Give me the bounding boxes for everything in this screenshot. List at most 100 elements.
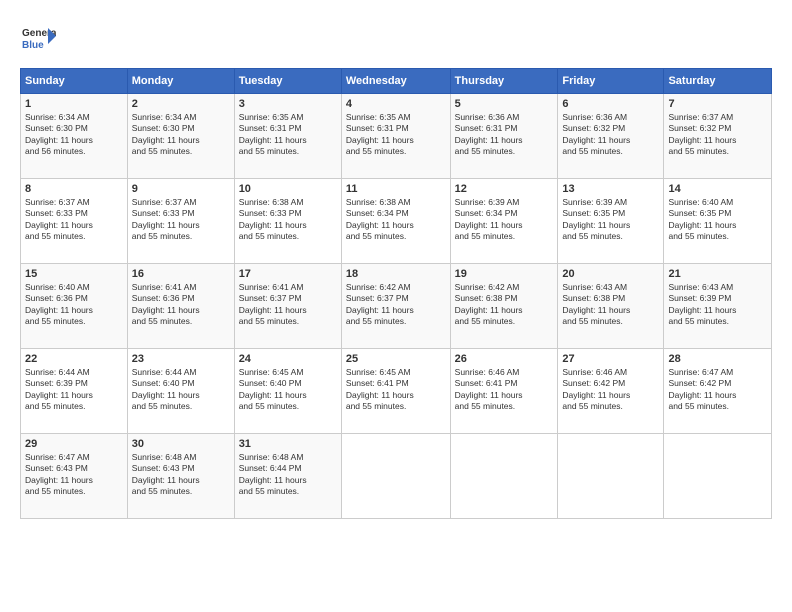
day-number: 3 xyxy=(239,98,337,110)
svg-text:Blue: Blue xyxy=(22,40,44,51)
day-info: Sunrise: 6:44 AM Sunset: 6:39 PM Dayligh… xyxy=(25,367,123,413)
calendar-cell: 4 Sunrise: 6:35 AM Sunset: 6:31 PM Daylig… xyxy=(341,94,450,179)
weekday-header: Saturday xyxy=(664,69,772,94)
weekday-header: Tuesday xyxy=(234,69,341,94)
calendar-cell: 31 Sunrise: 6:48 AM Sunset: 6:44 PM Dayli… xyxy=(234,434,341,519)
day-info: Sunrise: 6:47 AM Sunset: 6:43 PM Dayligh… xyxy=(25,452,123,498)
day-number: 11 xyxy=(346,183,446,195)
day-info: Sunrise: 6:46 AM Sunset: 6:41 PM Dayligh… xyxy=(455,367,554,413)
calendar-cell: 24Sunrise: 6:45 AM Sunset: 6:40 PM Dayli… xyxy=(234,349,341,434)
weekday-header: Wednesday xyxy=(341,69,450,94)
calendar-cell xyxy=(664,434,772,519)
day-number: 23 xyxy=(132,353,230,365)
calendar-cell xyxy=(341,434,450,519)
day-number: 21 xyxy=(668,268,767,280)
day-number: 28 xyxy=(668,353,767,365)
day-number: 7 xyxy=(668,98,767,110)
day-number: 30 xyxy=(132,438,230,450)
day-info: Sunrise: 6:38 AM Sunset: 6:34 PM Dayligh… xyxy=(346,197,446,243)
calendar-week-row: 1 Sunrise: 6:34 AM Sunset: 6:30 PM Daylig… xyxy=(21,94,772,179)
day-number: 13 xyxy=(562,183,659,195)
day-info: Sunrise: 6:43 AM Sunset: 6:39 PM Dayligh… xyxy=(668,282,767,328)
day-info: Sunrise: 6:37 AM Sunset: 6:33 PM Dayligh… xyxy=(25,197,123,243)
weekday-header: Monday xyxy=(127,69,234,94)
calendar-cell: 23 Sunrise: 6:44 AM Sunset: 6:40 PM Dayli… xyxy=(127,349,234,434)
day-number: 14 xyxy=(668,183,767,195)
header: General Blue xyxy=(20,20,772,56)
weekday-header: Friday xyxy=(558,69,664,94)
day-info: Sunrise: 6:41 AM Sunset: 6:36 PM Dayligh… xyxy=(132,282,230,328)
calendar-cell: 9Sunrise: 6:37 AM Sunset: 6:33 PM Daylig… xyxy=(127,179,234,264)
day-info: Sunrise: 6:43 AM Sunset: 6:38 PM Dayligh… xyxy=(562,282,659,328)
day-number: 17 xyxy=(239,268,337,280)
calendar-cell xyxy=(450,434,558,519)
calendar-cell: 8 Sunrise: 6:37 AM Sunset: 6:33 PM Daylig… xyxy=(21,179,128,264)
day-number: 10 xyxy=(239,183,337,195)
calendar-cell: 19 Sunrise: 6:42 AM Sunset: 6:38 PM Dayli… xyxy=(450,264,558,349)
day-number: 19 xyxy=(455,268,554,280)
calendar-cell: 30Sunrise: 6:48 AM Sunset: 6:43 PM Dayli… xyxy=(127,434,234,519)
day-info: Sunrise: 6:48 AM Sunset: 6:44 PM Dayligh… xyxy=(239,452,337,498)
calendar-cell: 20 Sunrise: 6:43 AM Sunset: 6:38 PM Dayli… xyxy=(558,264,664,349)
calendar-week-row: 15 Sunrise: 6:40 AM Sunset: 6:36 PM Dayli… xyxy=(21,264,772,349)
calendar-cell: 5 Sunrise: 6:36 AM Sunset: 6:31 PM Daylig… xyxy=(450,94,558,179)
day-info: Sunrise: 6:44 AM Sunset: 6:40 PM Dayligh… xyxy=(132,367,230,413)
day-info: Sunrise: 6:39 AM Sunset: 6:34 PM Dayligh… xyxy=(455,197,554,243)
calendar-cell: 15 Sunrise: 6:40 AM Sunset: 6:36 PM Dayli… xyxy=(21,264,128,349)
calendar-cell: 26 Sunrise: 6:46 AM Sunset: 6:41 PM Dayli… xyxy=(450,349,558,434)
calendar-cell: 2 Sunrise: 6:34 AM Sunset: 6:30 PM Daylig… xyxy=(127,94,234,179)
day-number: 31 xyxy=(239,438,337,450)
day-info: Sunrise: 6:45 AM Sunset: 6:41 PM Dayligh… xyxy=(346,367,446,413)
day-info: Sunrise: 6:46 AM Sunset: 6:42 PM Dayligh… xyxy=(562,367,659,413)
calendar-cell: 6 Sunrise: 6:36 AM Sunset: 6:32 PM Daylig… xyxy=(558,94,664,179)
day-number: 16 xyxy=(132,268,230,280)
calendar-cell: 17Sunrise: 6:41 AM Sunset: 6:37 PM Dayli… xyxy=(234,264,341,349)
calendar-week-row: 22 Sunrise: 6:44 AM Sunset: 6:39 PM Dayli… xyxy=(21,349,772,434)
day-number: 29 xyxy=(25,438,123,450)
day-number: 22 xyxy=(25,353,123,365)
day-number: 20 xyxy=(562,268,659,280)
calendar-cell: 18 Sunrise: 6:42 AM Sunset: 6:37 PM Dayli… xyxy=(341,264,450,349)
day-info: Sunrise: 6:34 AM Sunset: 6:30 PM Dayligh… xyxy=(25,112,123,158)
logo-icon: General Blue xyxy=(20,20,56,56)
day-info: Sunrise: 6:47 AM Sunset: 6:42 PM Dayligh… xyxy=(668,367,767,413)
day-number: 27 xyxy=(562,353,659,365)
day-info: Sunrise: 6:37 AM Sunset: 6:33 PM Dayligh… xyxy=(132,197,230,243)
day-number: 8 xyxy=(25,183,123,195)
calendar-cell: 16 Sunrise: 6:41 AM Sunset: 6:36 PM Dayli… xyxy=(127,264,234,349)
day-number: 4 xyxy=(346,98,446,110)
day-info: Sunrise: 6:36 AM Sunset: 6:31 PM Dayligh… xyxy=(455,112,554,158)
day-info: Sunrise: 6:42 AM Sunset: 6:37 PM Dayligh… xyxy=(346,282,446,328)
day-info: Sunrise: 6:39 AM Sunset: 6:35 PM Dayligh… xyxy=(562,197,659,243)
day-number: 6 xyxy=(562,98,659,110)
day-number: 25 xyxy=(346,353,446,365)
day-number: 24 xyxy=(239,353,337,365)
calendar-week-row: 8 Sunrise: 6:37 AM Sunset: 6:33 PM Daylig… xyxy=(21,179,772,264)
day-info: Sunrise: 6:35 AM Sunset: 6:31 PM Dayligh… xyxy=(239,112,337,158)
day-info: Sunrise: 6:38 AM Sunset: 6:33 PM Dayligh… xyxy=(239,197,337,243)
day-info: Sunrise: 6:40 AM Sunset: 6:36 PM Dayligh… xyxy=(25,282,123,328)
day-number: 15 xyxy=(25,268,123,280)
weekday-header-row: SundayMondayTuesdayWednesdayThursdayFrid… xyxy=(21,69,772,94)
calendar-cell: 7Sunrise: 6:37 AM Sunset: 6:32 PM Daylig… xyxy=(664,94,772,179)
calendar-cell: 3 Sunrise: 6:35 AM Sunset: 6:31 PM Daylig… xyxy=(234,94,341,179)
calendar-week-row: 29 Sunrise: 6:47 AM Sunset: 6:43 PM Dayli… xyxy=(21,434,772,519)
calendar-cell: 28 Sunrise: 6:47 AM Sunset: 6:42 PM Dayli… xyxy=(664,349,772,434)
weekday-header: Thursday xyxy=(450,69,558,94)
day-info: Sunrise: 6:34 AM Sunset: 6:30 PM Dayligh… xyxy=(132,112,230,158)
day-number: 26 xyxy=(455,353,554,365)
day-number: 18 xyxy=(346,268,446,280)
day-info: Sunrise: 6:36 AM Sunset: 6:32 PM Dayligh… xyxy=(562,112,659,158)
calendar-cell: 25 Sunrise: 6:45 AM Sunset: 6:41 PM Dayli… xyxy=(341,349,450,434)
day-number: 2 xyxy=(132,98,230,110)
day-number: 1 xyxy=(25,98,123,110)
day-info: Sunrise: 6:40 AM Sunset: 6:35 PM Dayligh… xyxy=(668,197,767,243)
calendar-cell xyxy=(558,434,664,519)
calendar-cell: 21 Sunrise: 6:43 AM Sunset: 6:39 PM Dayli… xyxy=(664,264,772,349)
calendar-cell: 27 Sunrise: 6:46 AM Sunset: 6:42 PM Dayli… xyxy=(558,349,664,434)
calendar-cell: 22 Sunrise: 6:44 AM Sunset: 6:39 PM Dayli… xyxy=(21,349,128,434)
day-info: Sunrise: 6:42 AM Sunset: 6:38 PM Dayligh… xyxy=(455,282,554,328)
day-number: 5 xyxy=(455,98,554,110)
day-info: Sunrise: 6:35 AM Sunset: 6:31 PM Dayligh… xyxy=(346,112,446,158)
calendar-cell: 29 Sunrise: 6:47 AM Sunset: 6:43 PM Dayli… xyxy=(21,434,128,519)
